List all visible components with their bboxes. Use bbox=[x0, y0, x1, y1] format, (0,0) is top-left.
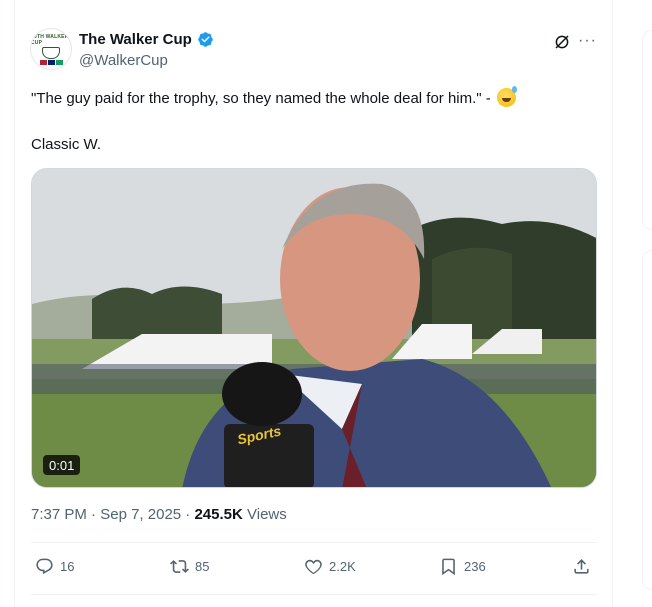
repost-button[interactable]: 85 bbox=[170, 557, 209, 576]
repost-icon bbox=[170, 560, 189, 573]
divider bbox=[31, 594, 597, 595]
reply-icon bbox=[36, 558, 53, 575]
column-border-right bbox=[612, 0, 613, 607]
more-options-icon[interactable]: ··· bbox=[578, 33, 597, 49]
video-duration: 0:01 bbox=[43, 455, 81, 475]
reply-button[interactable]: 16 bbox=[35, 557, 74, 576]
views-label: Views bbox=[247, 506, 287, 523]
post-text: "The guy paid for the trophy, so they na… bbox=[31, 86, 517, 109]
like-count: 2.2K bbox=[329, 559, 356, 574]
avatar[interactable]: 50TH WALKER CUP bbox=[30, 28, 72, 70]
video-frame bbox=[32, 169, 596, 487]
grok-icon[interactable] bbox=[553, 33, 571, 51]
divider bbox=[31, 542, 597, 543]
sidebar-card bbox=[642, 250, 652, 590]
meta-separator: · bbox=[91, 506, 101, 523]
avatar-text: 50TH WALKER CUP bbox=[31, 33, 69, 46]
post-date[interactable]: Sep 7, 2025 bbox=[100, 506, 181, 523]
views-count: 245.5K bbox=[194, 506, 243, 523]
author-handle[interactable]: @WalkerCup bbox=[79, 52, 168, 69]
verified-badge-icon bbox=[198, 32, 213, 47]
repost-count: 85 bbox=[195, 559, 210, 574]
display-name[interactable]: The Walker Cup bbox=[79, 31, 192, 48]
post-text-line: "The guy paid for the trophy, so they na… bbox=[31, 90, 491, 107]
share-icon bbox=[574, 559, 589, 574]
cup-logo-icon bbox=[42, 46, 60, 59]
column-border-left bbox=[14, 0, 15, 607]
sidebar-card bbox=[642, 30, 652, 230]
grinning-face-with-sweat-emoji-icon bbox=[496, 86, 517, 107]
reply-count: 16 bbox=[60, 559, 75, 574]
like-button[interactable]: 2.2K bbox=[304, 557, 356, 576]
post-text-line: Classic W. bbox=[31, 136, 102, 153]
post-meta: 7:37 PM · Sep 7, 2025 · 245.5K Views bbox=[31, 506, 287, 523]
flags-icon bbox=[39, 59, 63, 65]
bookmark-button[interactable]: 236 bbox=[439, 557, 486, 576]
bookmark-icon bbox=[442, 558, 455, 576]
author-name-row[interactable]: The Walker Cup bbox=[79, 31, 214, 48]
tweet-page: 50TH WALKER CUP The Walker Cup @WalkerCu… bbox=[0, 0, 652, 607]
heart-icon bbox=[305, 559, 322, 575]
share-button[interactable] bbox=[572, 557, 591, 576]
post-time[interactable]: 7:37 PM bbox=[31, 506, 87, 523]
bookmark-count: 236 bbox=[464, 559, 486, 574]
video-player[interactable]: Sports bbox=[31, 168, 597, 488]
